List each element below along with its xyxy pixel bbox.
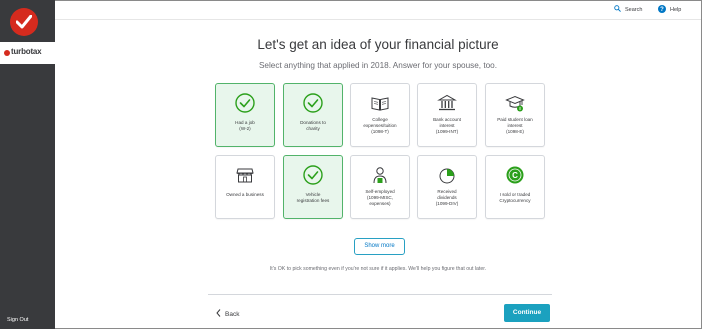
check-icon xyxy=(284,165,342,185)
top-bar: Search ? Help xyxy=(55,0,701,20)
help-label: Help xyxy=(670,7,682,13)
footer-divider xyxy=(208,294,552,295)
help-note: It's OK to pick something even if you're… xyxy=(269,266,487,272)
search-link[interactable]: Search xyxy=(614,5,642,14)
tile-label: Vehicle registration fees xyxy=(296,192,330,203)
tile-student-loan[interactable]: Paid student loan interest (1098-E) xyxy=(485,83,545,147)
check-icon xyxy=(216,93,274,113)
continue-button[interactable]: Continue xyxy=(504,304,550,322)
chevron-left-icon xyxy=(216,309,221,319)
person-icon xyxy=(351,165,409,185)
search-label: Search xyxy=(625,6,643,13)
tile-donations[interactable]: Donations to charity xyxy=(283,83,343,147)
sidebar: turbotax Sign Out xyxy=(0,0,55,329)
pie-chart-icon xyxy=(418,165,476,185)
page-title: Let's get an idea of your financial pict… xyxy=(257,37,499,52)
tile-label: Self-employed (1099-MISC, expenses) xyxy=(365,189,395,206)
brand-name: turbotax xyxy=(11,47,42,56)
brand-mark-icon xyxy=(4,50,10,56)
tile-bank-interest[interactable]: Bank account interest (1099-INT) xyxy=(417,83,477,147)
show-more-button[interactable]: Show more xyxy=(354,238,405,255)
help-icon: ? xyxy=(658,5,666,15)
tile-label: College expenses/tuition (1098-T) xyxy=(363,117,397,134)
tile-label: Bank account interest (1099-INT) xyxy=(433,117,461,134)
tile-owned-business[interactable]: Owned a business xyxy=(215,155,275,219)
help-link[interactable]: ? Help xyxy=(658,5,681,15)
tile-had-a-job[interactable]: Had a job (W-2) xyxy=(215,83,275,147)
graduation-cap-icon xyxy=(486,93,544,113)
storefront-icon xyxy=(216,165,274,185)
sign-out-link[interactable]: Sign Out xyxy=(7,317,28,323)
tile-vehicle-registration[interactable]: Vehicle registration fees xyxy=(283,155,343,219)
tile-label: Paid student loan interest (1098-E) xyxy=(497,117,533,134)
check-icon xyxy=(284,93,342,113)
svg-text:C: C xyxy=(512,171,518,180)
books-icon xyxy=(351,93,409,113)
svg-text:?: ? xyxy=(660,7,664,13)
back-button[interactable]: Back xyxy=(216,309,239,319)
tile-college-expenses[interactable]: College expenses/tuition (1098-T) xyxy=(350,83,410,147)
tile-label: Had a job (W-2) xyxy=(235,120,255,131)
tile-label: Received dividends (1099-DIV) xyxy=(435,189,459,206)
coin-icon: C xyxy=(486,165,544,185)
tile-label: I sold or traded Cryptocurrency xyxy=(499,192,531,203)
bank-icon xyxy=(418,93,476,113)
tile-dividends[interactable]: Received dividends (1099-DIV) xyxy=(417,155,477,219)
page-subtitle: Select anything that applied in 2018. An… xyxy=(258,61,498,70)
tile-label: Donations to charity xyxy=(300,120,326,131)
search-icon xyxy=(614,5,621,14)
turbotax-logo-icon[interactable] xyxy=(10,8,38,36)
back-label: Back xyxy=(225,310,240,318)
brand-strip: turbotax xyxy=(0,42,55,64)
tile-self-employed[interactable]: Self-employed (1099-MISC, expenses) xyxy=(350,155,410,219)
tile-cryptocurrency[interactable]: C I sold or traded Cryptocurrency xyxy=(485,155,545,219)
tile-label: Owned a business xyxy=(226,192,264,197)
